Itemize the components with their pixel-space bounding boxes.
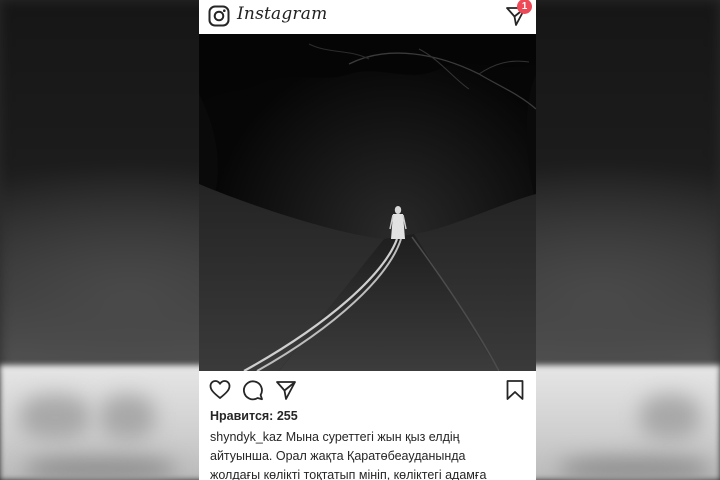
background-blob	[560, 458, 710, 480]
caption-line: жолдағы көлікті тоқтатып мініп, көліктег…	[210, 468, 487, 480]
night-road-image	[199, 34, 536, 371]
likes-count[interactable]: Нравится: 255	[210, 409, 298, 423]
background-blob	[640, 395, 700, 440]
top-bar: Instagram 1	[199, 0, 536, 34]
caption-line: айтуынша. Орал жақта Қаратөбеауданында	[210, 449, 466, 463]
share-icon[interactable]	[275, 379, 297, 401]
heart-icon[interactable]	[209, 379, 231, 401]
comment-icon[interactable]	[242, 379, 264, 401]
post-caption: shyndyk_kaz Мына суреттегі жын қыз елдің…	[210, 428, 528, 480]
app-logo: Instagram	[237, 4, 328, 24]
instagram-post-screen: Instagram 1 Нравится: 255 shyndyk_kaz Мы…	[199, 0, 536, 480]
notification-badge: 1	[517, 0, 532, 14]
caption-line: Мына суреттегі жын қыз елдің	[285, 430, 460, 444]
background-blob	[100, 395, 155, 440]
background-blob	[20, 395, 90, 440]
post-photo[interactable]	[199, 34, 536, 371]
post-actions	[199, 371, 536, 409]
caption-username[interactable]: shyndyk_kaz	[210, 430, 282, 444]
background-blob	[25, 458, 175, 480]
bookmark-icon[interactable]	[504, 379, 526, 401]
camera-icon[interactable]	[208, 5, 230, 27]
